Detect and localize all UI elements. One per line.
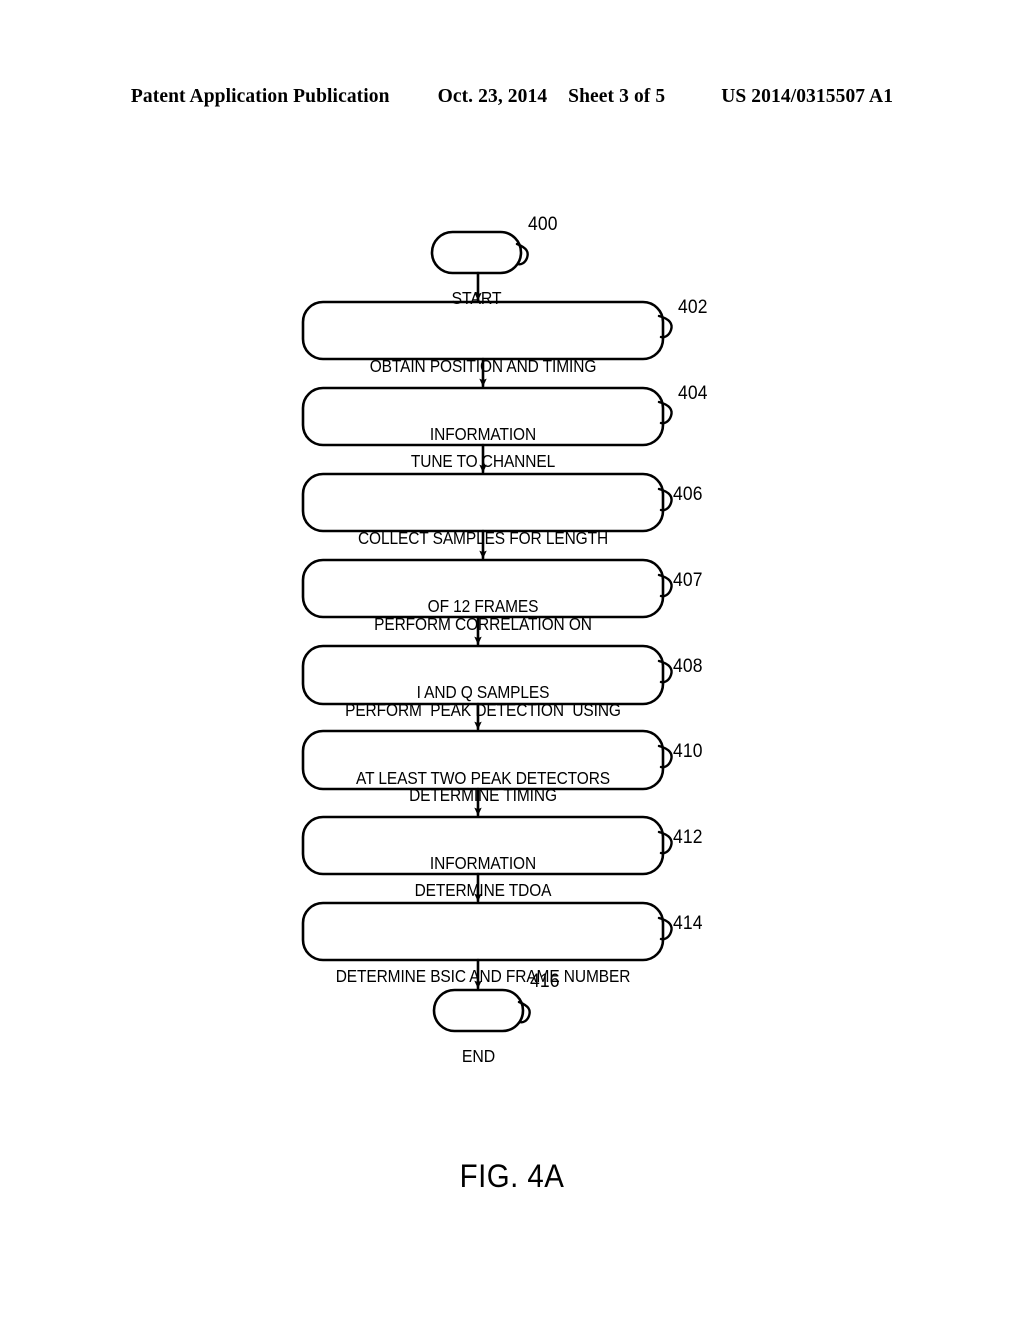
- node-shape-end: [432, 988, 525, 1033]
- ref-numeral-407: 407: [673, 570, 703, 591]
- leader-line-406: [657, 487, 673, 512]
- leader-line-408: [657, 659, 673, 684]
- flowchart-diagram: START OBTAIN POSITION AND TIMING INFORMA…: [0, 0, 1024, 1320]
- node-shape-step404: [301, 386, 665, 447]
- node-shape-step408: [301, 644, 665, 706]
- node-shape-step402: [301, 300, 665, 361]
- leader-line-414: [657, 916, 673, 941]
- ref-numeral-414: 414: [673, 913, 703, 934]
- node-shape-step410: [301, 729, 665, 791]
- ref-numeral-400: 400: [528, 214, 558, 235]
- leader-line-410: [657, 744, 673, 769]
- node-shape-step407: [301, 558, 665, 619]
- node-shape-step414: [301, 901, 665, 962]
- leader-line-404: [657, 400, 673, 425]
- leader-line-402: [657, 314, 673, 339]
- leader-line-407: [657, 573, 673, 598]
- ref-numeral-412: 412: [673, 827, 703, 848]
- node-shape-step406: [301, 472, 665, 533]
- ref-numeral-408: 408: [673, 656, 703, 677]
- node-shape-start: [430, 230, 523, 275]
- ref-numeral-404: 404: [678, 383, 708, 404]
- ref-numeral-416: 416: [530, 971, 560, 992]
- node-shape-step412: [301, 815, 665, 876]
- figure-caption: FIG. 4A: [459, 1158, 565, 1194]
- leader-line-412: [657, 830, 673, 855]
- ref-numeral-402: 402: [678, 297, 708, 318]
- flowchart-canvas: [301, 230, 673, 1033]
- ref-numeral-406: 406: [673, 484, 703, 505]
- ref-numeral-410: 410: [673, 741, 703, 762]
